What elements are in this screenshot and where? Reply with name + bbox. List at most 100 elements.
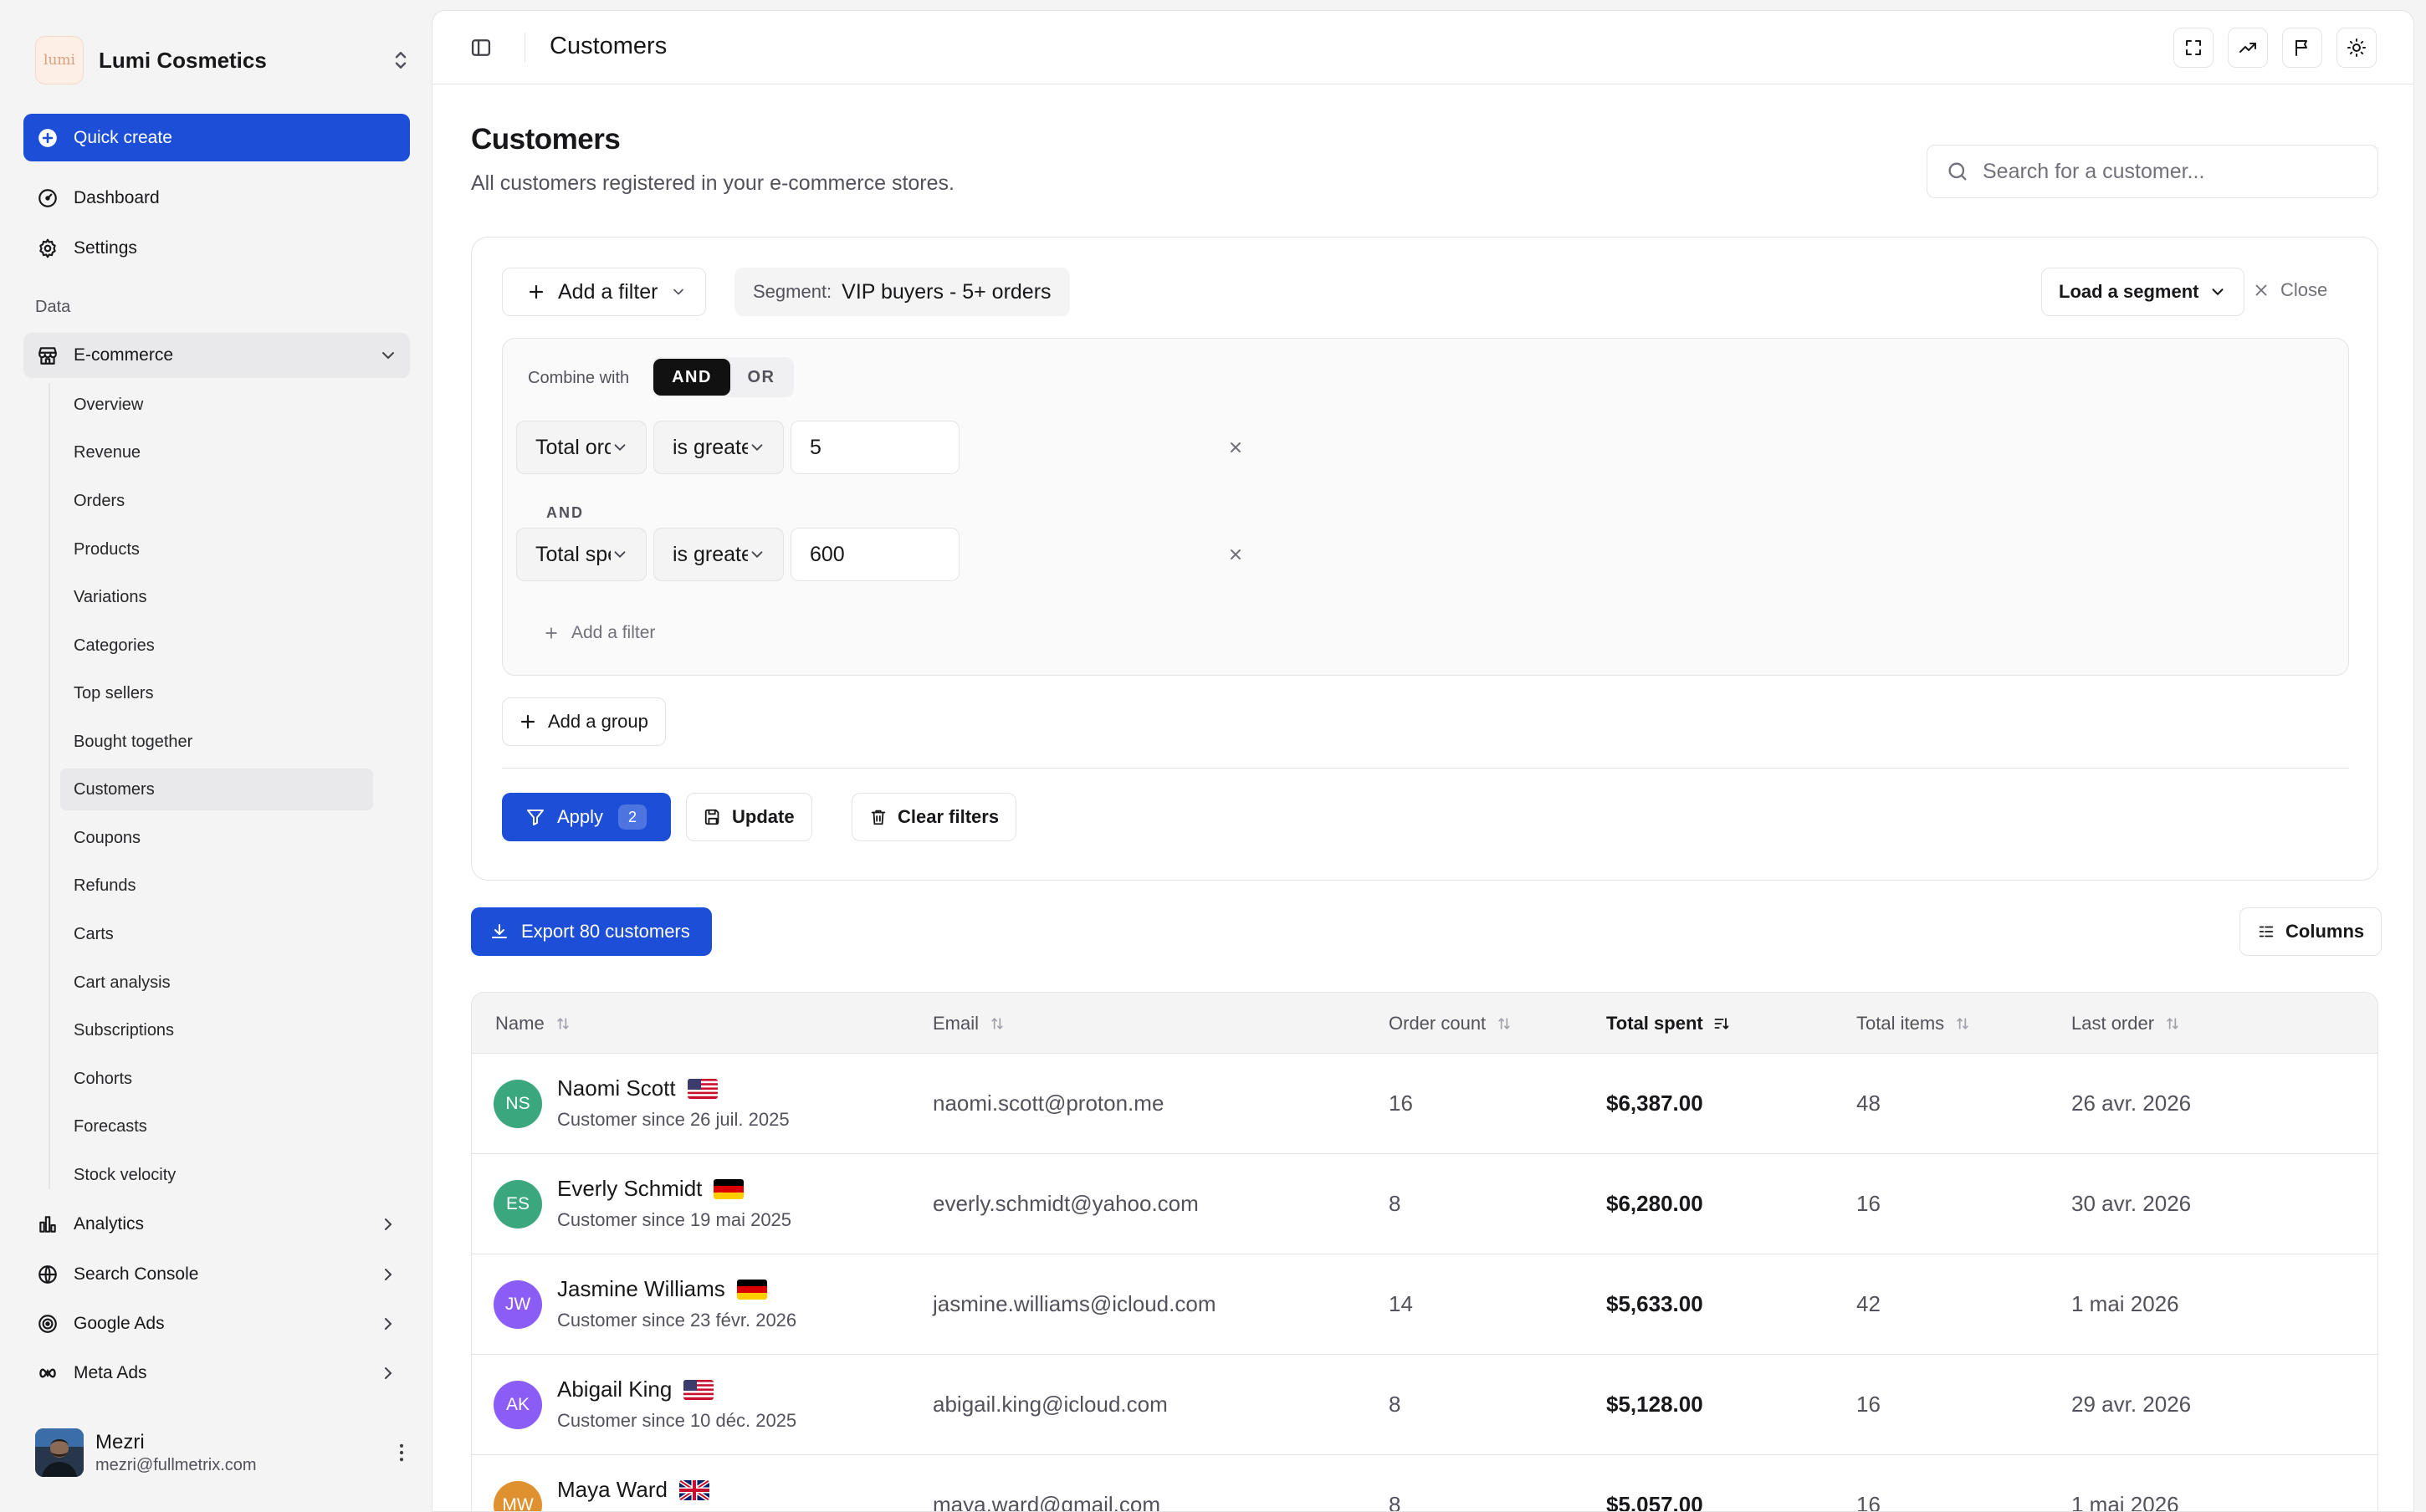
add-group-button[interactable]: Add a group (502, 697, 666, 746)
sidebar-item-dashboard[interactable]: Dashboard (23, 176, 410, 221)
condition-operator-select[interactable]: is greater than or... (653, 528, 784, 581)
columns-icon (2259, 926, 2274, 937)
column-header-name[interactable]: Name (495, 1013, 571, 1034)
topbar: Customers (432, 11, 2413, 84)
breadcrumb: Customers (550, 33, 668, 59)
user-email: mezri@fullmetrix.com (95, 1455, 257, 1474)
sidebar-item-cohorts[interactable]: Cohorts (60, 1058, 373, 1100)
column-header-total-items[interactable]: Total items (1856, 1013, 1971, 1034)
add-filter-button[interactable]: Add a filter (502, 268, 706, 316)
filter-icon (527, 810, 544, 825)
theme-toggle-button[interactable] (2336, 28, 2377, 68)
combine-label: Combine with (528, 369, 630, 387)
condition-value-input[interactable]: 600 (791, 528, 960, 581)
last-order: 1 mai 2026 (2071, 1492, 2179, 1512)
search-field[interactable] (1927, 145, 2378, 198)
remove-condition-icon[interactable] (1226, 544, 1246, 564)
sidebar-item-customers[interactable]: Customers (60, 769, 373, 810)
sidebar-item-revenue[interactable]: Revenue (60, 432, 373, 473)
customer-name-cell: Maya Ward (557, 1477, 709, 1503)
more-vertical-icon[interactable] (390, 1441, 413, 1464)
condition-field-select[interactable]: Total spent (516, 528, 647, 581)
customer-name: Everly Schmidt (557, 1176, 703, 1201)
sidebar-group-ecommerce[interactable]: E-commerce (23, 333, 410, 378)
sidebar-toggle-icon[interactable] (469, 36, 493, 59)
search-input[interactable] (1983, 159, 2367, 184)
condition-operator-select[interactable]: is greater than or... (653, 421, 784, 474)
chevron-down-icon (673, 289, 683, 295)
apply-filters-button[interactable]: Apply 2 (502, 793, 671, 841)
chevron-down-icon (382, 352, 394, 360)
condition-field-select[interactable]: Total orders (516, 421, 647, 474)
column-header-total-spent[interactable]: Total spent (1606, 1013, 1730, 1034)
sidebar-group-analytics[interactable]: Analytics (23, 1202, 410, 1247)
expand-icon (2186, 40, 2201, 55)
load-segment-button[interactable]: Load a segment (2041, 268, 2245, 316)
sidebar-item-refunds[interactable]: Refunds (60, 865, 373, 907)
sidebar-item-overview[interactable]: Overview (60, 384, 373, 426)
customer-email: everly.schmidt@yahoo.com (933, 1191, 1199, 1216)
gauge-icon (38, 189, 57, 207)
total-items: 42 (1856, 1291, 1881, 1316)
chevron-down-icon (751, 444, 763, 452)
sidebar-item-label: Google Ads (74, 1314, 165, 1333)
column-header-label: Order count (1389, 1013, 1487, 1034)
workspace-switcher[interactable]: lumi Lumi Cosmetics (35, 35, 413, 85)
table-row[interactable]: MW Maya Ward maya.ward@gmail.com 8 $5,05… (472, 1455, 2377, 1512)
column-header-last-order[interactable]: Last order (2071, 1013, 2181, 1034)
last-order: 29 avr. 2026 (2071, 1392, 2192, 1417)
sidebar-group-meta-ads[interactable]: Meta Ads (23, 1351, 410, 1396)
sidebar-item-forecasts[interactable]: Forecasts (60, 1106, 373, 1147)
trends-button[interactable] (2228, 28, 2268, 68)
sidebar-item-orders[interactable]: Orders (60, 480, 373, 522)
sidebar-item-subscriptions[interactable]: Subscriptions (60, 1009, 373, 1051)
customer-since: Customer since 19 mai 2025 (557, 1209, 792, 1230)
update-segment-button[interactable]: Update (686, 793, 812, 841)
sidebar-item-label: Meta Ads (74, 1363, 147, 1382)
sidebar-group-google-ads[interactable]: Google Ads (23, 1301, 410, 1346)
customer-name-cell: Naomi Scott (557, 1075, 718, 1101)
user-menu[interactable]: Mezri mezri@fullmetrix.com (35, 1427, 413, 1479)
combine-and-option[interactable]: AND (653, 359, 730, 396)
combine-or-option[interactable]: OR (730, 359, 792, 396)
customer-name-cell: Jasmine Williams (557, 1276, 767, 1302)
sidebar-group-search-console[interactable]: Search Console (23, 1252, 410, 1297)
apply-count-badge: 2 (618, 805, 647, 830)
close-label: Close (2280, 279, 2328, 300)
export-customers-button[interactable]: Export 80 customers (471, 907, 712, 956)
sidebar-item-settings[interactable]: Settings (23, 226, 410, 271)
column-header-email[interactable]: Email (933, 1013, 1006, 1034)
table-row[interactable]: AK Abigail King Customer since 10 déc. 2… (472, 1355, 2377, 1455)
add-filter-in-group-button[interactable]: Add a filter (543, 623, 655, 643)
last-order: 1 mai 2026 (2071, 1291, 2179, 1316)
sidebar-item-products[interactable]: Products (60, 529, 373, 570)
table-row[interactable]: ES Everly Schmidt Customer since 19 mai … (472, 1154, 2377, 1254)
flag-button[interactable] (2282, 28, 2322, 68)
sidebar-item-coupons[interactable]: Coupons (60, 817, 373, 859)
table-row[interactable]: NS Naomi Scott Customer since 26 juil. 2… (472, 1054, 2377, 1154)
quick-create-button[interactable]: Quick create (23, 114, 410, 161)
chevron-right-icon (385, 1218, 392, 1230)
column-header-order-count[interactable]: Order count (1389, 1013, 1512, 1034)
table-header: Name Email Order count Total spent Total… (472, 993, 2377, 1054)
fullscreen-button[interactable] (2173, 28, 2214, 68)
clear-filters-button[interactable]: Clear filters (852, 793, 1017, 841)
sidebar-item-carts[interactable]: Carts (60, 913, 373, 955)
segment-name: VIP buyers - 5+ orders (842, 279, 1052, 304)
customer-name: Naomi Scott (557, 1075, 676, 1101)
chevron-right-icon (385, 1269, 392, 1280)
sidebar-item-top-sellers[interactable]: Top sellers (60, 672, 373, 714)
segment-badge[interactable]: Segment: VIP buyers - 5+ orders (734, 268, 1070, 316)
sidebar-item-stock-velocity[interactable]: Stock velocity (60, 1154, 373, 1196)
sidebar-item-bought-together[interactable]: Bought together (60, 721, 373, 763)
table-row[interactable]: JW Jasmine Williams Customer since 23 fé… (472, 1254, 2377, 1355)
trash-icon (871, 810, 886, 825)
sidebar-item-cart-analysis[interactable]: Cart analysis (60, 962, 373, 1004)
sidebar-item-categories[interactable]: Categories (60, 625, 373, 667)
customer-name: Abigail King (557, 1377, 673, 1402)
condition-value-input[interactable]: 5 (791, 421, 960, 474)
close-filters-button[interactable]: Close (2252, 279, 2327, 301)
sidebar-item-variations[interactable]: Variations (60, 576, 373, 618)
columns-button[interactable]: Columns (2239, 907, 2382, 956)
remove-condition-icon[interactable] (1226, 437, 1246, 457)
